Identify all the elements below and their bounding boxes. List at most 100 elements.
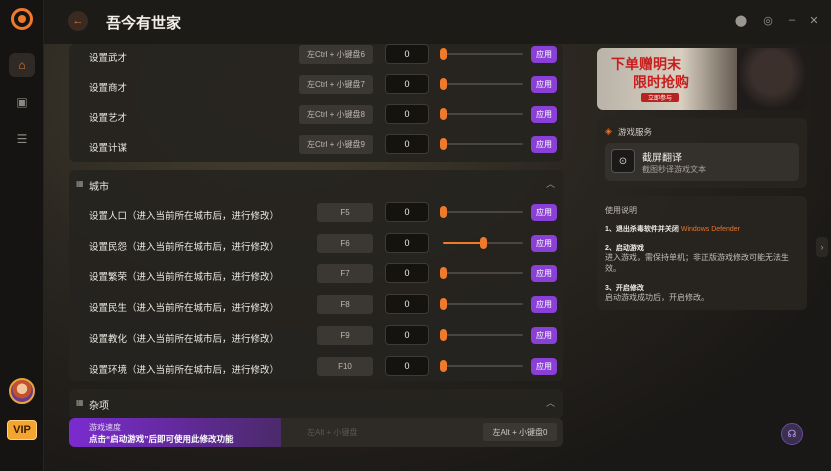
slider-thumb[interactable] [440,359,447,372]
apply-button[interactable]: 应用 [531,46,557,63]
hotkey-button[interactable]: F9 [317,325,373,345]
slider-thumb[interactable] [440,78,447,90]
step1-title: 1、退出杀毒软件并关闭 [605,226,679,233]
step1: 1、退出杀毒软件并关闭 Windows Defender [605,224,740,234]
speed-hotkey[interactable]: 左Alt + 小键盘0 [483,423,557,441]
setting-label: 设置武才 [89,53,128,64]
setting-label: 设置民生（进入当前所在城市后，进行修改） [89,303,280,315]
hotkey-button[interactable]: F6 [317,233,373,253]
setting-row: 设置计谋 左Ctrl + 小键盘9 0 应用 [69,131,563,161]
value-input[interactable]: 0 [385,355,429,376]
section-title: 城市 [89,182,109,193]
slider-thumb[interactable] [440,298,447,311]
city-section-header[interactable]: ▦ 城市 ︿ [69,172,563,196]
slider-fill [443,241,483,244]
expand-arrow-icon[interactable]: › [816,237,828,257]
storage-icon[interactable]: ☰ [9,127,35,151]
value-input[interactable]: 0 [385,202,429,222]
apply-button[interactable]: 应用 [531,326,557,344]
value-input[interactable]: 0 [385,324,429,345]
value-slider[interactable] [440,108,523,120]
value-input[interactable]: 0 [385,74,429,94]
headset-icon[interactable]: ☊ [781,423,803,445]
slider-thumb[interactable] [440,206,447,218]
value-input[interactable]: 0 [385,294,429,315]
slider-thumb[interactable] [440,48,447,60]
setting-label: 设置教化（进入当前所在城市后，进行修改） [89,333,280,345]
setting-row: 设置艺才 左Ctrl + 小键盘8 0 应用 [69,101,563,131]
banner-button[interactable]: 立即参与 [641,93,679,102]
screenshot-translate-item[interactable]: ⊙ 截屏翻译 截图秒译游戏文本 [605,143,799,181]
value-input[interactable]: 0 [385,263,429,284]
hotkey-button[interactable]: 左Ctrl + 小键盘6 [299,45,373,64]
misc-section-header[interactable]: ▦ 杂项 ︿ [69,391,563,415]
value-slider[interactable] [440,206,523,218]
hotkey-button[interactable]: 左Ctrl + 小键盘9 [299,135,373,154]
apply-button[interactable]: 应用 [531,234,557,252]
hotkey-button[interactable]: 左Ctrl + 小键盘8 [299,105,373,124]
refresh-icon[interactable]: ◎ [761,14,775,27]
vip-badge[interactable]: VIP [7,420,37,440]
title-bar: ← 吾今有世家 ⬤ ◎ – ✕ [44,0,831,44]
setting-label: 设置环境（进入当前所在城市后，进行修改） [89,364,280,376]
step2-text: 进入游戏，需保持单机；非正版游戏修改可能无法生效。 [605,253,789,273]
slider-thumb[interactable] [440,108,447,120]
hotkey-button[interactable]: F10 [317,356,373,376]
hotkey-button[interactable]: F8 [317,295,373,315]
value-input[interactable]: 0 [385,104,429,124]
hotkey-label-faded: 左Alt + 小键盘 [307,428,358,437]
minimize-icon[interactable]: – [785,14,799,26]
instructions-card: 使用说明 1、退出杀毒软件并关闭 Windows Defender 2、启动游戏… [597,196,807,310]
setting-label: 设置民怨（进入当前所在城市后，进行修改） [89,241,280,253]
value-slider[interactable] [440,267,523,280]
apply-button[interactable]: 应用 [531,136,557,153]
sidebar: ⌂ ▣ ☰ VIP [0,0,44,471]
value-slider[interactable] [443,236,523,249]
slider-thumb[interactable] [440,267,447,280]
instructions-title: 使用说明 [605,206,637,215]
hotkey-button[interactable]: F5 [317,203,373,222]
service-item-title: 截屏翻译 [642,153,682,164]
close-icon[interactable]: ✕ [807,14,821,27]
value-slider[interactable] [440,328,523,341]
value-slider[interactable] [440,78,523,90]
value-input[interactable]: 0 [385,44,429,64]
apply-button[interactable]: 应用 [531,265,557,283]
service-item-desc: 截图秒译游戏文本 [642,165,706,174]
promo-banner[interactable]: 下单赠明末 限时抢购 立即参与 [597,48,807,110]
home-icon[interactable]: ⌂ [9,53,35,77]
setting-label: 设置繁荣（进入当前所在城市后，进行修改） [89,272,280,284]
section-icon: ▦ [76,398,84,407]
value-input[interactable]: 0 [385,134,429,154]
setting-label: 设置计谋 [89,143,128,154]
setting-row: 设置人口（进入当前所在城市后，进行修改） F5 0 应用 [69,199,563,229]
value-slider[interactable] [440,138,523,150]
apply-button[interactable]: 应用 [531,76,557,93]
apply-button[interactable]: 应用 [531,357,557,375]
apply-button[interactable]: 应用 [531,296,557,314]
translate-icon: ⊙ [611,149,635,173]
slider-thumb[interactable] [440,138,447,150]
step3-text: 启动游戏成功后，开启修改。 [605,293,709,302]
apply-button[interactable]: 应用 [531,204,557,221]
apply-button[interactable]: 应用 [531,106,557,123]
value-slider[interactable] [440,48,523,60]
hotkey-button[interactable]: 左Ctrl + 小键盘7 [299,75,373,94]
value-input[interactable]: 0 [385,232,429,253]
hotkey-button[interactable]: F7 [317,264,373,284]
game-service-card: ◈ 游戏服务 ⊙ 截屏翻译 截图秒译游戏文本 [597,118,807,188]
launch-promo[interactable]: 游戏速度 点击“启动游戏”后即可使用此修改功能 [69,418,281,447]
gamepad-icon[interactable]: ▣ [9,90,35,114]
setting-label: 设置人口（进入当前所在城市后，进行修改） [89,211,280,222]
chevron-up-icon[interactable]: ︿ [546,177,555,190]
app-logo-icon [11,8,33,30]
settings-icon[interactable]: ⬤ [734,14,748,27]
setting-row: 设置民生（进入当前所在城市后，进行修改） F8 0 应用 [69,291,563,321]
back-button[interactable]: ← [68,11,88,31]
avatar[interactable] [9,378,35,404]
slider-thumb[interactable] [480,236,487,249]
value-slider[interactable] [440,359,523,372]
slider-thumb[interactable] [440,328,447,341]
chevron-up-icon[interactable]: ︿ [546,396,555,409]
value-slider[interactable] [440,298,523,311]
